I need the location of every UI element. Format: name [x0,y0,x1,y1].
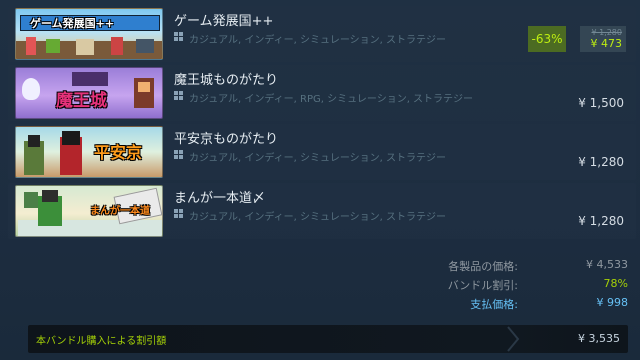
windows-icon [174,150,184,160]
bundle-savings-bar: 本バンドル購入による割引額 ¥ 3,535 [28,325,628,353]
game-logo-text: 魔王城 [56,91,107,111]
items-price-row: 各製品の価格: ¥ 4,533 [328,256,628,275]
game-tags: カジュアル, インディー, RPG, シミュレーション, ストラテジー [189,94,474,105]
final-price: ¥ 473 [590,37,623,50]
windows-icon [174,209,184,219]
game-tags: カジュアル, インディー, シミュレーション, ストラテジー [189,212,446,223]
pay-price-value: ¥ 998 [596,296,629,309]
windows-icon [174,32,184,42]
bundle-discount-row: バンドル割引: 78% [328,275,628,294]
bundle-price-summary: 各製品の価格: ¥ 4,533 バンドル割引: 78% 支払価格: ¥ 998 [328,256,628,313]
game-price: ¥ 1,500 [578,96,624,110]
pay-price-label: 支払価格: [470,298,518,311]
game-capsule-image[interactable]: まんが一本道 [15,185,163,237]
bundle-game-row[interactable]: ゲーム発展国++ ゲーム発展国++ カジュアル, インディー, シミュレーション… [8,6,636,62]
pay-price-row: 支払価格: ¥ 998 [328,294,628,313]
game-logo-text: まんが一本道 [90,206,150,217]
bundle-game-row[interactable]: 魔王城 魔王城ものがたり カジュアル, インディー, RPG, シミュレーション… [8,65,636,121]
game-logo-text: 平安京 [94,143,143,162]
game-title[interactable]: 魔王城ものがたり [174,69,278,88]
discount-percent: -63% [528,26,566,52]
bundle-page: ゲーム発展国++ ゲーム発展国++ カジュアル, インディー, シミュレーション… [0,0,640,360]
savings-label: 本バンドル購入による割引額 [36,336,167,347]
bundle-games-list: ゲーム発展国++ ゲーム発展国++ カジュアル, インディー, シミュレーション… [8,6,636,242]
game-price: ¥ 1,280 [578,155,624,169]
game-title[interactable]: ゲーム発展国++ [174,10,273,29]
game-tags: カジュアル, インディー, シミュレーション, ストラテジー [189,153,446,164]
bundle-game-row[interactable]: 平安京 平安京ものがたり カジュアル, インディー, シミュレーション, ストラ… [8,124,636,180]
game-price: ¥ 1,280 [578,214,624,228]
savings-value: ¥ 3,535 [578,332,620,345]
game-capsule-image[interactable]: ゲーム発展国++ [15,8,163,60]
chevron-right-icon [507,326,520,352]
windows-icon [174,91,184,101]
game-logo-text: ゲーム発展国++ [30,17,115,30]
game-title[interactable]: まんが一本道〆 [174,187,265,206]
bundle-discount-value: 78% [603,277,628,290]
bundle-game-row[interactable]: まんが一本道 まんが一本道〆 カジュアル, インディー, シミュレーション, ス… [8,183,636,239]
discount-block: -63% ¥ 1,280 ¥ 473 [528,26,626,52]
items-price-label: 各製品の価格: [448,260,518,273]
game-capsule-image[interactable]: 魔王城 [15,67,163,119]
items-price-value: ¥ 4,533 [586,258,628,271]
discount-prices: ¥ 1,280 ¥ 473 [580,26,626,52]
game-tags: カジュアル, インディー, シミュレーション, ストラテジー [189,35,446,46]
game-capsule-image[interactable]: 平安京 [15,126,163,178]
bundle-discount-label: バンドル割引: [447,279,518,292]
game-title[interactable]: 平安京ものがたり [174,128,278,147]
